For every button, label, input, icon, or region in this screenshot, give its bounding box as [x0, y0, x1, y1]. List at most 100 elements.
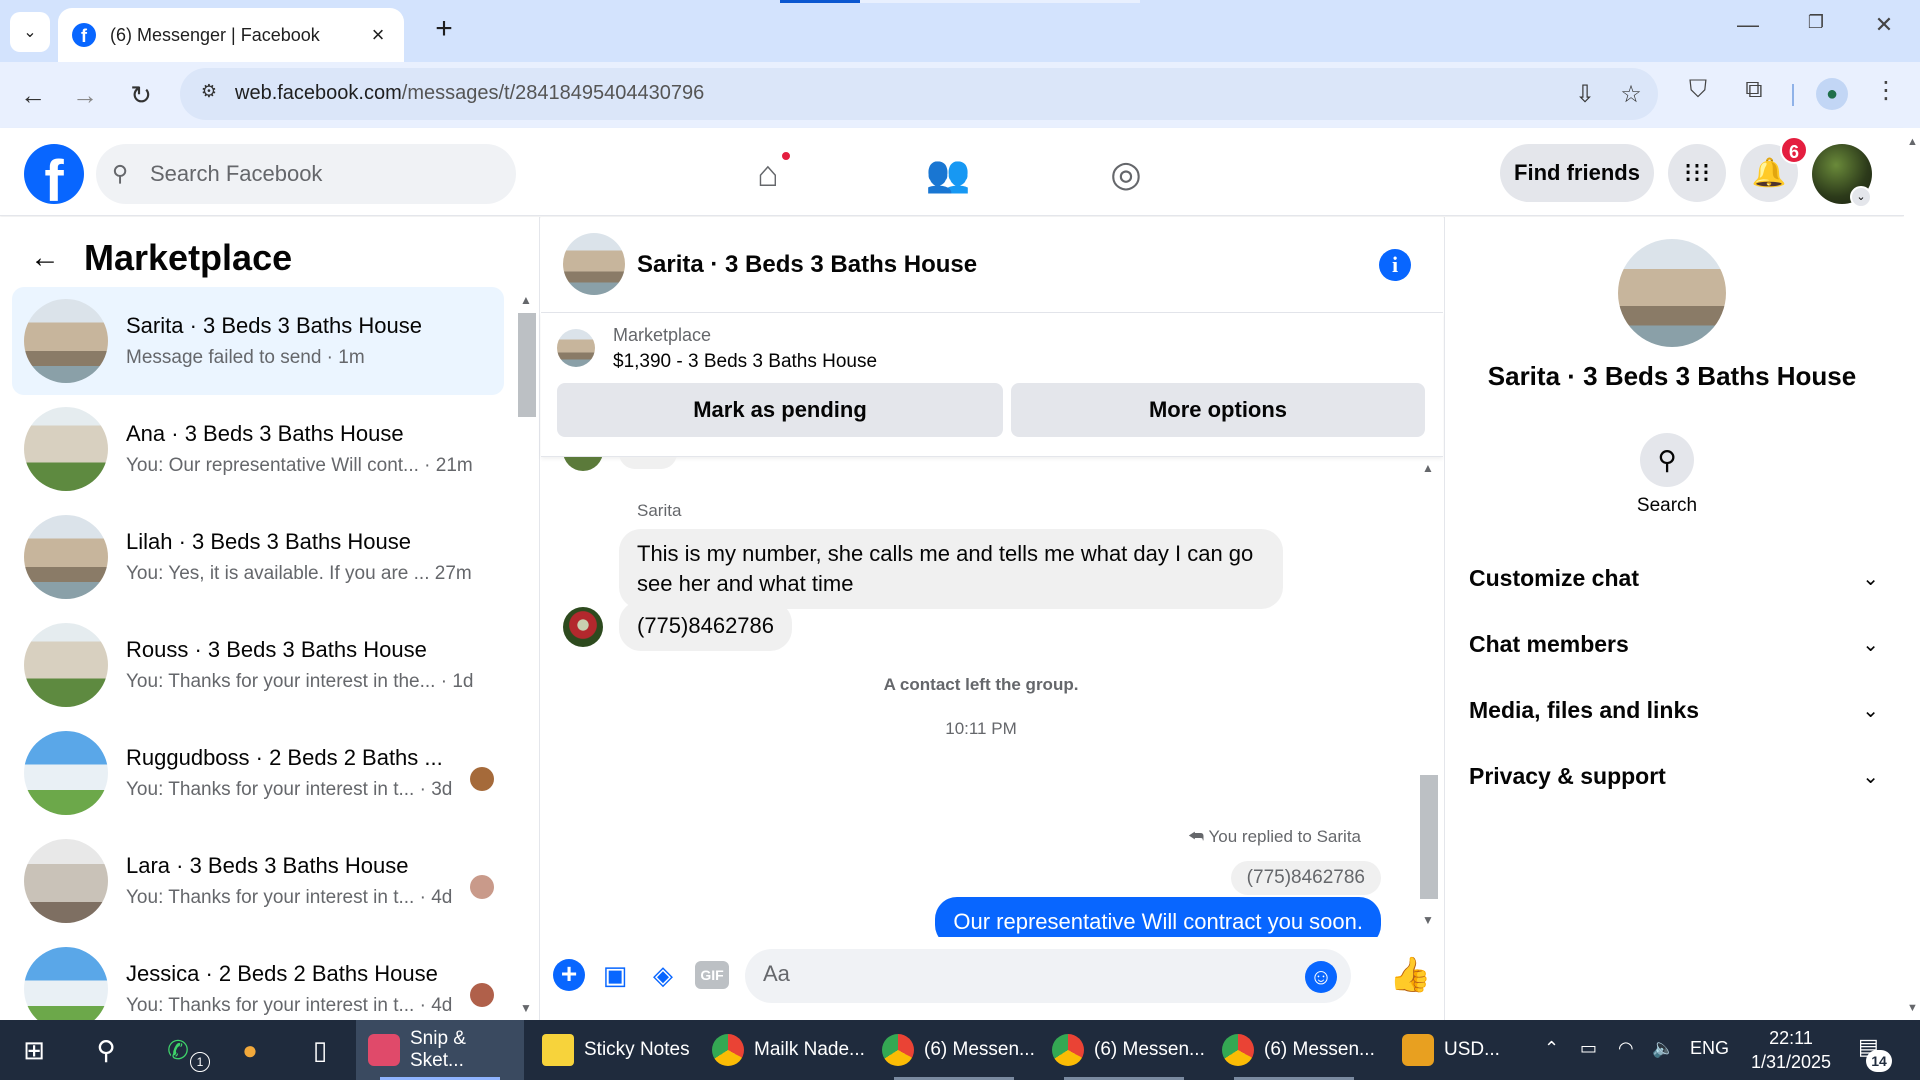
- forward-icon[interactable]: →: [66, 76, 104, 114]
- chat-item-ruggudboss[interactable]: Ruggudboss · 2 Beds 2 Baths ... You: Tha…: [12, 719, 504, 827]
- window-close-icon[interactable]: ✕: [1864, 12, 1904, 38]
- extensions-puzzle-icon[interactable]: ⧉: [1736, 76, 1772, 104]
- gif-icon[interactable]: GIF: [695, 961, 729, 989]
- scroll-up-icon[interactable]: ▲: [1907, 136, 1918, 148]
- tray-chevron-up-icon[interactable]: ⌃: [1544, 1038, 1559, 1059]
- info-icon[interactable]: i: [1379, 249, 1411, 281]
- chat-list: Sarita · 3 Beds 3 Baths House Message fa…: [12, 287, 504, 1020]
- taskbar-chrome-messenger-2[interactable]: (6) Messen...: [1040, 1020, 1208, 1080]
- facebook-logo-icon[interactable]: f: [24, 144, 84, 204]
- taskbar-chrome-messenger-3[interactable]: (6) Messen...: [1210, 1020, 1378, 1080]
- restore-icon[interactable]: ❐: [1796, 12, 1836, 33]
- media-files-links-section[interactable]: Media, files and links ⌄: [1469, 685, 1879, 735]
- taskbar-snip-sketch[interactable]: Snip & Sket...: [356, 1020, 524, 1080]
- file-icon[interactable]: ▯: [302, 1032, 338, 1068]
- browser-menu-icon[interactable]: ⋮: [1868, 76, 1904, 105]
- tab-close-icon[interactable]: ×: [366, 22, 390, 48]
- section-title: Media, files and links: [1469, 696, 1700, 723]
- chat-item-rouss[interactable]: Rouss · 3 Beds 3 Baths House You: Thanks…: [12, 611, 504, 719]
- scroll-thumb[interactable]: [518, 313, 536, 417]
- facebook-search[interactable]: ⚲: [96, 144, 516, 204]
- outgoing-message-bubble[interactable]: Our representative Will contract you soo…: [935, 897, 1381, 937]
- browser-profile-icon[interactable]: ●: [1816, 78, 1848, 110]
- find-friends-button[interactable]: Find friends: [1500, 144, 1654, 202]
- listing-price-title[interactable]: $1,390 - 3 Beds 3 Baths House: [613, 351, 877, 373]
- sender-avatar: [563, 457, 603, 471]
- reload-icon[interactable]: ↻: [122, 76, 160, 114]
- groups-icon[interactable]: ◎: [1100, 148, 1152, 200]
- chat-list-scrollbar[interactable]: ▲ ▼: [516, 289, 538, 1015]
- seen-avatar: [470, 875, 494, 899]
- privacy-support-section[interactable]: Privacy & support ⌄: [1469, 751, 1879, 801]
- taskbar-app-label: Snip & Sket...: [410, 1028, 466, 1071]
- quoted-message[interactable]: (775)8462786: [1230, 861, 1381, 895]
- menu-grid-icon[interactable]: ⁝⁝⁝: [1668, 144, 1726, 202]
- scroll-down-icon[interactable]: ▼: [1422, 913, 1434, 927]
- message-bubble-partial: Ok: [619, 457, 677, 469]
- scroll-down-icon[interactable]: ▼: [1907, 1002, 1918, 1014]
- back-arrow-icon[interactable]: ←: [30, 241, 70, 275]
- plus-icon[interactable]: +: [553, 959, 585, 991]
- new-tab-button[interactable]: +: [424, 12, 464, 46]
- scroll-up-icon[interactable]: ▲: [520, 293, 532, 307]
- facebook-top-nav: f ⚲ ⌂ 👥 ◎ Find friends ⁝⁝⁝ 🔔 ⌄: [0, 128, 1904, 216]
- minimize-icon[interactable]: —: [1728, 12, 1768, 38]
- customize-chat-section[interactable]: Customize chat ⌄: [1469, 553, 1879, 603]
- taskbar-chrome-mailk[interactable]: Mailk Nade...: [700, 1020, 868, 1080]
- taskbar-clock[interactable]: 22:11 1/31/2025: [1746, 1026, 1836, 1074]
- account-chevron-icon[interactable]: ⌄: [1850, 186, 1872, 208]
- chat-item-ana[interactable]: Ana · 3 Beds 3 Baths House You: Our repr…: [12, 395, 504, 503]
- listing-thumbnail: [24, 623, 108, 707]
- browser-toolbar: ← → ↻ ⚙ web.facebook.com/messages/t/2841…: [0, 62, 1920, 128]
- more-options-button[interactable]: More options: [1011, 383, 1425, 437]
- bookmark-star-icon[interactable]: ☆: [1616, 80, 1646, 109]
- details-avatar[interactable]: [1618, 239, 1726, 347]
- thumbs-up-icon[interactable]: 👍: [1389, 955, 1431, 995]
- conversation-avatar[interactable]: [563, 233, 625, 295]
- chat-item-lilah[interactable]: Lilah · 3 Beds 3 Baths House You: Yes, i…: [12, 503, 504, 611]
- chat-item-lara[interactable]: Lara · 3 Beds 3 Baths House You: Thanks …: [12, 827, 504, 935]
- battery-icon[interactable]: ▭: [1580, 1038, 1597, 1059]
- message-input[interactable]: [763, 961, 1283, 987]
- scroll-up-icon[interactable]: ▲: [1422, 461, 1434, 475]
- friends-icon[interactable]: 👥: [922, 148, 974, 200]
- page-scrollbar[interactable]: ▲ ▼: [1904, 128, 1920, 1020]
- chat-item-sarita[interactable]: Sarita · 3 Beds 3 Baths House Message fa…: [12, 287, 504, 395]
- taskbar-currency-widget[interactable]: USD...: [1390, 1020, 1530, 1080]
- chat-name: Lilah · 3 Beds 3 Baths House: [126, 529, 411, 554]
- site-info-icon[interactable]: ⚙: [196, 81, 222, 107]
- facebook-search-input[interactable]: [150, 161, 490, 187]
- sticker-icon[interactable]: ◈: [647, 959, 679, 991]
- windows-start-icon[interactable]: ⊞: [16, 1032, 52, 1068]
- wifi-icon[interactable]: ◠: [1618, 1038, 1634, 1059]
- message-timestamp: 10:11 PM: [945, 719, 1017, 738]
- mark-as-pending-button[interactable]: Mark as pending: [557, 383, 1003, 437]
- app-icon[interactable]: ●: [232, 1032, 268, 1068]
- search-icon[interactable]: ⚲: [1640, 433, 1694, 487]
- emoji-icon[interactable]: ☺: [1305, 961, 1337, 993]
- address-bar[interactable]: ⚙ web.facebook.com/messages/t/2841849540…: [180, 68, 1658, 120]
- chevron-down-icon: ⌄: [1862, 633, 1879, 656]
- chat-members-section[interactable]: Chat members ⌄: [1469, 619, 1879, 669]
- shield-extension-icon[interactable]: ⛉: [1680, 76, 1716, 104]
- install-app-icon[interactable]: ⇩: [1570, 80, 1600, 109]
- scroll-down-icon[interactable]: ▼: [520, 1001, 532, 1015]
- reply-indicator-text: You replied to Sarita: [1208, 827, 1361, 846]
- language-indicator[interactable]: ENG: [1690, 1038, 1729, 1059]
- taskbar-chrome-messenger-1[interactable]: (6) Messen...: [870, 1020, 1038, 1080]
- listing-thumbnail: [24, 515, 108, 599]
- browser-tab-messenger[interactable]: f (6) Messenger | Facebook ×: [58, 8, 404, 62]
- message-scrollbar[interactable]: ▲ ▼: [1418, 457, 1440, 929]
- taskbar-sticky-notes[interactable]: Sticky Notes: [530, 1020, 698, 1080]
- photo-attach-icon[interactable]: ▣: [599, 959, 631, 991]
- message-input-box[interactable]: ☺: [745, 949, 1351, 1003]
- incoming-message-bubble[interactable]: This is my number, she calls me and tell…: [619, 529, 1283, 609]
- search-icon[interactable]: ⚲: [88, 1032, 124, 1068]
- incoming-message-bubble[interactable]: (775)8462786: [619, 601, 793, 651]
- chat-item-jessica[interactable]: Jessica · 2 Beds 2 Baths House You: Than…: [12, 935, 504, 1020]
- conversation-title[interactable]: Sarita · 3 Beds 3 Baths House: [637, 251, 977, 279]
- scroll-thumb[interactable]: [1420, 775, 1438, 899]
- back-icon[interactable]: ←: [14, 76, 52, 114]
- volume-icon[interactable]: 🔈: [1652, 1038, 1674, 1059]
- tab-search-button[interactable]: ⌄: [10, 12, 50, 52]
